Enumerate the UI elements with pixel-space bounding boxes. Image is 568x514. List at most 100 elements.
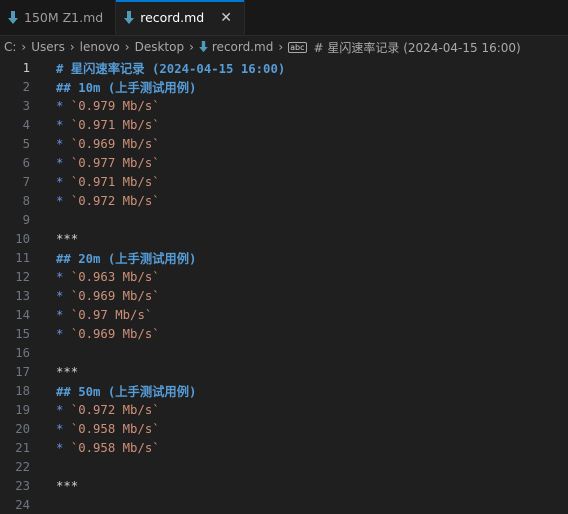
- line-number: 6: [22, 155, 30, 170]
- code-line[interactable]: 21 * `0.958 Mb/s`: [0, 438, 568, 457]
- line-content: * `0.969 Mb/s`: [46, 137, 160, 151]
- breadcrumb-users[interactable]: Users: [31, 40, 65, 54]
- markdown-heading: ## 10m (上手测试用例): [56, 80, 197, 95]
- markdown-icon: [124, 10, 135, 24]
- code-line[interactable]: 15 * `0.969 Mb/s`: [0, 324, 568, 343]
- line-content: ## 50m (上手测试用例): [46, 382, 196, 400]
- tab-label: record.md: [140, 10, 205, 25]
- line-content: ## 20m (上手测试用例): [46, 249, 196, 267]
- code-line[interactable]: 2 ## 10m (上手测试用例): [0, 77, 568, 96]
- breadcrumb-symbol-label: # 星闪速率记录 (2024-04-15 16:00): [313, 40, 521, 55]
- markdown-heading: ## 20m (上手测试用例): [56, 251, 197, 266]
- line-content: * `0.969 Mb/s`: [46, 327, 160, 341]
- line-number: 5: [22, 136, 30, 151]
- line-content: ***: [46, 479, 78, 493]
- list-bullet: *: [56, 174, 71, 189]
- markdown-heading: ## 50m (上手测试用例): [56, 384, 197, 399]
- line-content: * `0.977 Mb/s`: [46, 156, 160, 170]
- horizontal-rule: ***: [56, 364, 79, 379]
- code-line[interactable]: 20 * `0.958 Mb/s`: [0, 419, 568, 438]
- close-icon[interactable]: ✕: [220, 11, 232, 25]
- breadcrumb-desktop[interactable]: Desktop: [135, 40, 185, 54]
- line-number: 4: [22, 117, 30, 132]
- inline-code-value: `0.963 Mb/s`: [70, 269, 160, 284]
- line-content: # 星闪速率记录 (2024-04-15 16:00): [46, 59, 285, 77]
- tab-label: 150M Z1.md: [24, 10, 104, 25]
- line-number: 7: [22, 174, 30, 189]
- chevron-right-icon: ›: [189, 40, 194, 54]
- code-line[interactable]: 19 * `0.972 Mb/s`: [0, 400, 568, 419]
- line-content: * `0.958 Mb/s`: [46, 441, 160, 455]
- line-content: * `0.971 Mb/s`: [46, 175, 160, 189]
- code-line[interactable]: 4 * `0.971 Mb/s`: [0, 115, 568, 134]
- line-content: * `0.972 Mb/s`: [46, 194, 160, 208]
- code-editor[interactable]: 1 # 星闪速率记录 (2024-04-15 16:00) 2 ## 10m (上手测…: [0, 58, 568, 512]
- code-line[interactable]: 3 * `0.979 Mb/s`: [0, 96, 568, 115]
- breadcrumb-drive[interactable]: C:: [4, 40, 16, 54]
- list-bullet: *: [56, 98, 71, 113]
- inline-code-value: `0.958 Mb/s`: [70, 440, 160, 455]
- code-line[interactable]: 10 ***: [0, 229, 568, 248]
- code-line[interactable]: 8 * `0.972 Mb/s`: [0, 191, 568, 210]
- inline-code-value: `0.969 Mb/s`: [70, 288, 160, 303]
- code-line[interactable]: 7 * `0.971 Mb/s`: [0, 172, 568, 191]
- code-line[interactable]: 14 * `0.97 Mb/s`: [0, 305, 568, 324]
- inline-code-value: `0.971 Mb/s`: [70, 174, 160, 189]
- line-number: 12: [15, 269, 30, 284]
- line-number: 13: [15, 288, 30, 303]
- code-line[interactable]: 22: [0, 457, 568, 476]
- code-line[interactable]: 6 * `0.977 Mb/s`: [0, 153, 568, 172]
- markdown-icon: [8, 10, 18, 24]
- line-number: 11: [15, 250, 30, 265]
- line-number: 23: [15, 478, 30, 493]
- breadcrumb-file-label: record.md: [211, 40, 274, 54]
- inline-code-value: `0.958 Mb/s`: [70, 421, 160, 436]
- code-line[interactable]: 17 ***: [0, 362, 568, 381]
- chevron-right-icon: ›: [124, 40, 130, 54]
- list-bullet: *: [56, 155, 71, 170]
- code-line[interactable]: 1 # 星闪速率记录 (2024-04-15 16:00): [0, 58, 568, 77]
- code-line[interactable]: 13 * `0.969 Mb/s`: [0, 286, 568, 305]
- inline-code-value: `0.977 Mb/s`: [70, 155, 160, 170]
- code-line[interactable]: 9: [0, 210, 568, 229]
- tab-record[interactable]: record.md ✕: [116, 0, 245, 35]
- line-content: * `0.972 Mb/s`: [46, 403, 160, 417]
- breadcrumb-lenovo[interactable]: lenovo: [80, 40, 120, 54]
- line-number: 1: [22, 60, 30, 75]
- inline-code-value: `0.97 Mb/s`: [70, 307, 153, 322]
- inline-code-value: `0.972 Mb/s`: [70, 193, 160, 208]
- list-bullet: *: [56, 269, 71, 284]
- chevron-right-icon: ›: [21, 40, 27, 54]
- tab-150m-z1[interactable]: 150M Z1.md: [0, 0, 117, 35]
- line-number: 15: [15, 326, 30, 341]
- code-line[interactable]: 16: [0, 343, 568, 362]
- line-content: ***: [46, 365, 78, 379]
- list-bullet: *: [56, 307, 71, 322]
- list-bullet: *: [56, 136, 71, 151]
- code-line[interactable]: 11 ## 20m (上手测试用例): [0, 248, 568, 267]
- markdown-heading: # 星闪速率记录 (2024-04-15 16:00): [56, 61, 286, 76]
- line-number: 14: [15, 307, 30, 322]
- code-line[interactable]: 18 ## 50m (上手测试用例): [0, 381, 568, 400]
- markdown-icon: [199, 41, 208, 53]
- line-number: 19: [15, 402, 30, 417]
- code-line[interactable]: 5 * `0.969 Mb/s`: [0, 134, 568, 153]
- code-line[interactable]: 23 ***: [0, 476, 568, 495]
- breadcrumb: C: › Users › lenovo › Desktop › record.m…: [0, 36, 568, 58]
- inline-code-value: `0.971 Mb/s`: [70, 117, 160, 132]
- line-number: 16: [15, 345, 30, 360]
- line-content: ***: [46, 232, 78, 246]
- breadcrumb-file[interactable]: record.md: [199, 40, 273, 54]
- chevron-right-icon: ›: [69, 40, 75, 54]
- list-bullet: *: [56, 326, 71, 341]
- list-bullet: *: [56, 288, 71, 303]
- line-content: ## 10m (上手测试用例): [46, 78, 196, 96]
- breadcrumb-symbol[interactable]: abc # 星闪速率记录 (2024-04-15 16:00): [288, 39, 521, 56]
- list-bullet: *: [56, 402, 71, 417]
- inline-code-value: `0.979 Mb/s`: [70, 98, 160, 113]
- inline-code-value: `0.972 Mb/s`: [70, 402, 160, 417]
- line-number: 9: [22, 212, 30, 227]
- line-content: * `0.969 Mb/s`: [46, 289, 160, 303]
- code-line[interactable]: 12 * `0.963 Mb/s`: [0, 267, 568, 286]
- inline-code-value: `0.969 Mb/s`: [70, 136, 160, 151]
